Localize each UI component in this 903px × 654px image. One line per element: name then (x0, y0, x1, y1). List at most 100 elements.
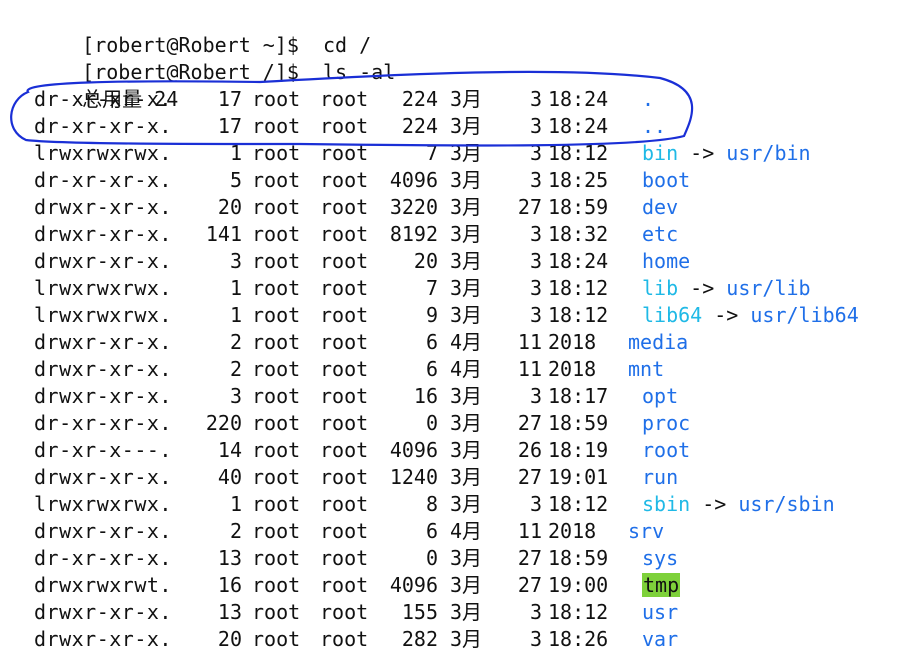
permissions: dr-xr-xr-x. (34, 87, 172, 111)
permissions: drwxr-xr-x. (34, 249, 172, 273)
file-name[interactable]: . (642, 86, 654, 113)
owner: root (252, 573, 301, 597)
day: 3 (529, 303, 542, 327)
month: 3月 (450, 438, 483, 462)
file-name[interactable]: bin -> usr/bin (642, 140, 811, 167)
link-count: 3 (229, 384, 242, 408)
file-name[interactable]: sys (642, 545, 678, 572)
month: 3月 (450, 627, 483, 651)
file-name[interactable]: run (642, 464, 678, 491)
link-count: 1 (229, 276, 242, 300)
day: 27 (517, 573, 542, 597)
file-name[interactable]: sbin -> usr/sbin (642, 491, 835, 518)
file-name[interactable]: dev (642, 194, 678, 221)
link-count: 2 (229, 519, 242, 543)
file-name[interactable]: var (642, 626, 678, 653)
file-name[interactable]: etc (642, 221, 678, 248)
prompt-line-2: [robert@Robert /]$ ls -al (34, 32, 395, 84)
file-name[interactable]: srv (628, 518, 664, 545)
file-name[interactable]: boot (642, 167, 690, 194)
symlink-arrow: -> (702, 303, 751, 327)
file-name[interactable]: usr (642, 599, 678, 626)
permissions: drwxr-xr-x. (34, 465, 172, 489)
symlink-target[interactable]: usr/lib (726, 276, 810, 300)
file-name[interactable]: .. (642, 113, 666, 140)
file-name[interactable]: media (628, 329, 688, 356)
month: 3月 (450, 465, 483, 489)
day: 27 (517, 546, 542, 570)
file-name[interactable]: lib64 -> usr/lib64 (642, 302, 859, 329)
file-size: 6 (425, 330, 438, 354)
file-name[interactable]: opt (642, 383, 678, 410)
time: 18:12 (548, 303, 609, 327)
day: 3 (529, 168, 542, 192)
permissions: drwxr-xr-x. (34, 195, 172, 219)
time: 18:59 (548, 195, 609, 219)
time: 18:19 (548, 438, 609, 462)
permissions: drwxr-xr-x. (34, 330, 172, 354)
link-count: 3 (229, 249, 242, 273)
group: root (320, 411, 369, 435)
group: root (320, 87, 369, 111)
day: 3 (529, 492, 542, 516)
file-size: 224 (401, 87, 438, 111)
month: 3月 (450, 546, 483, 570)
day: 11 (517, 330, 542, 354)
permissions: drwxr-xr-x. (34, 222, 172, 246)
permissions: drwxr-xr-x. (34, 627, 172, 651)
permissions: drwxr-xr-x. (34, 600, 172, 624)
month: 3月 (450, 411, 483, 435)
group: root (320, 492, 369, 516)
group: root (320, 222, 369, 246)
day: 3 (529, 249, 542, 273)
link-count: 220 (205, 411, 242, 435)
day: 3 (529, 87, 542, 111)
symlink-arrow: -> (678, 276, 727, 300)
group: root (320, 384, 369, 408)
owner: root (252, 249, 301, 273)
file-size: 9 (425, 303, 438, 327)
file-name[interactable]: root (642, 437, 690, 464)
month: 4月 (450, 330, 483, 354)
file-name[interactable]: proc (642, 410, 690, 437)
file-name[interactable]: tmp (642, 572, 681, 599)
file-name[interactable]: home (642, 248, 690, 275)
group: root (320, 465, 369, 489)
file-size: 6 (425, 357, 438, 381)
month: 4月 (450, 519, 483, 543)
time: 18:26 (548, 627, 609, 651)
permissions: lrwxrwxrwx. (34, 303, 172, 327)
file-size: 4096 (389, 573, 438, 597)
month: 4月 (450, 357, 483, 381)
file-name[interactable]: lib -> usr/lib (642, 275, 811, 302)
symlink-target[interactable]: usr/sbin (738, 492, 834, 516)
permissions: dr-xr-x---. (34, 438, 172, 462)
link-count: 17 (217, 114, 242, 138)
file-size: 0 (425, 411, 438, 435)
file-name[interactable]: mnt (628, 356, 664, 383)
month: 3月 (450, 87, 483, 111)
month: 3月 (450, 492, 483, 516)
file-size: 155 (401, 600, 438, 624)
owner: root (252, 222, 301, 246)
permissions: lrwxrwxrwx. (34, 276, 172, 300)
time: 2018 (548, 519, 597, 543)
link-count: 13 (217, 600, 242, 624)
time: 18:12 (548, 141, 609, 165)
terminal-window[interactable]: [robert@Robert ~]$ cd / [robert@Robert /… (0, 0, 903, 654)
owner: root (252, 438, 301, 462)
day: 11 (517, 519, 542, 543)
file-size: 6 (425, 519, 438, 543)
file-size: 282 (401, 627, 438, 651)
permissions: dr-xr-xr-x. (34, 411, 172, 435)
time: 2018 (548, 330, 597, 354)
symlink-target[interactable]: usr/bin (726, 141, 810, 165)
permissions: dr-xr-xr-x. (34, 114, 172, 138)
owner: root (252, 465, 301, 489)
group: root (320, 519, 369, 543)
link-count: 1 (229, 303, 242, 327)
symlink-target[interactable]: usr/lib64 (750, 303, 858, 327)
link-count: 1 (229, 492, 242, 516)
day: 3 (529, 141, 542, 165)
time: 18:24 (548, 249, 609, 273)
